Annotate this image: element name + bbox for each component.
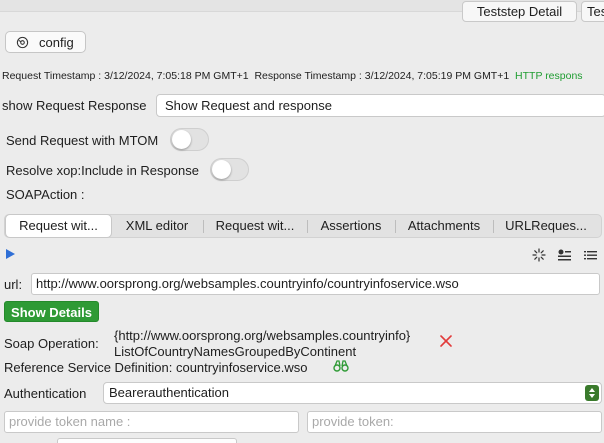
soap-operation-namespace: {http://www.oorsprong.org/websamples.cou… bbox=[114, 328, 411, 343]
tab-teststep-detail[interactable]: Teststep Detail bbox=[462, 1, 577, 22]
tab-separator bbox=[493, 220, 494, 233]
tab-xml-editor[interactable]: XML editor bbox=[113, 215, 201, 237]
authentication-select[interactable]: Bearerauthentication bbox=[103, 382, 602, 404]
xop-toggle[interactable] bbox=[210, 158, 249, 181]
tab-request-with-2[interactable]: Request wit... bbox=[205, 215, 305, 237]
binoculars-icon[interactable] bbox=[333, 360, 349, 372]
reference-service-definition: Reference Service Definition: countryinf… bbox=[4, 360, 308, 375]
remove-icon[interactable] bbox=[439, 334, 453, 348]
response-timestamp: Response Timestamp : 3/12/2024, 7:05:19 … bbox=[254, 70, 510, 82]
token-name-input[interactable]: provide token name : bbox=[4, 411, 299, 433]
show-details-button[interactable]: Show Details bbox=[4, 301, 99, 322]
soap-operation-name: ListOfCountryNamesGroupedByContinent bbox=[114, 344, 357, 359]
tab-url-request[interactable]: URLReques... bbox=[495, 215, 597, 237]
mtom-toggle[interactable] bbox=[170, 128, 209, 151]
mtom-label: Send Request with MTOM bbox=[6, 133, 159, 148]
token-input[interactable]: provide token: bbox=[307, 411, 602, 433]
sparkle-icon[interactable] bbox=[532, 248, 546, 262]
gear-icon bbox=[16, 36, 29, 48]
request-tabbar: Request wit... XML editor Request wit...… bbox=[4, 214, 602, 238]
dropdown-arrows-icon bbox=[585, 385, 599, 401]
authentication-label: Authentication bbox=[4, 386, 87, 401]
tab-separator bbox=[395, 220, 396, 233]
xop-label: Resolve xop:Include in Response bbox=[6, 163, 199, 178]
bottom-field-stub[interactable] bbox=[57, 438, 237, 443]
url-input[interactable]: http://www.oorsprong.org/websamples.coun… bbox=[31, 273, 600, 295]
tab-attachments[interactable]: Attachments bbox=[397, 215, 491, 237]
soap-action-label: SOAPAction : bbox=[6, 187, 85, 202]
soap-operation-label: Soap Operation: bbox=[4, 336, 99, 351]
checklist-icon[interactable] bbox=[557, 248, 571, 262]
timestamps-line: Request Timestamp : 3/12/2024, 7:05:18 P… bbox=[2, 70, 583, 82]
tab-separator bbox=[307, 220, 308, 233]
tab-teststep-other[interactable]: Testst bbox=[581, 1, 604, 22]
tab-assertions[interactable]: Assertions bbox=[309, 215, 393, 237]
config-label: config bbox=[39, 34, 74, 50]
play-icon[interactable] bbox=[6, 249, 15, 259]
http-status: HTTP respons bbox=[515, 70, 583, 82]
show-request-response-select[interactable]: Show Request and response bbox=[156, 94, 604, 117]
authentication-value: Bearerauthentication bbox=[109, 385, 229, 400]
config-button[interactable]: config bbox=[5, 31, 86, 53]
url-label: url: bbox=[4, 277, 23, 292]
tab-separator bbox=[203, 220, 204, 233]
list-icon[interactable] bbox=[583, 248, 597, 262]
tab-request-with-1[interactable]: Request wit... bbox=[6, 215, 111, 237]
request-timestamp: Request Timestamp : 3/12/2024, 7:05:18 P… bbox=[2, 70, 249, 82]
show-request-response-label: show Request Response bbox=[2, 98, 147, 113]
